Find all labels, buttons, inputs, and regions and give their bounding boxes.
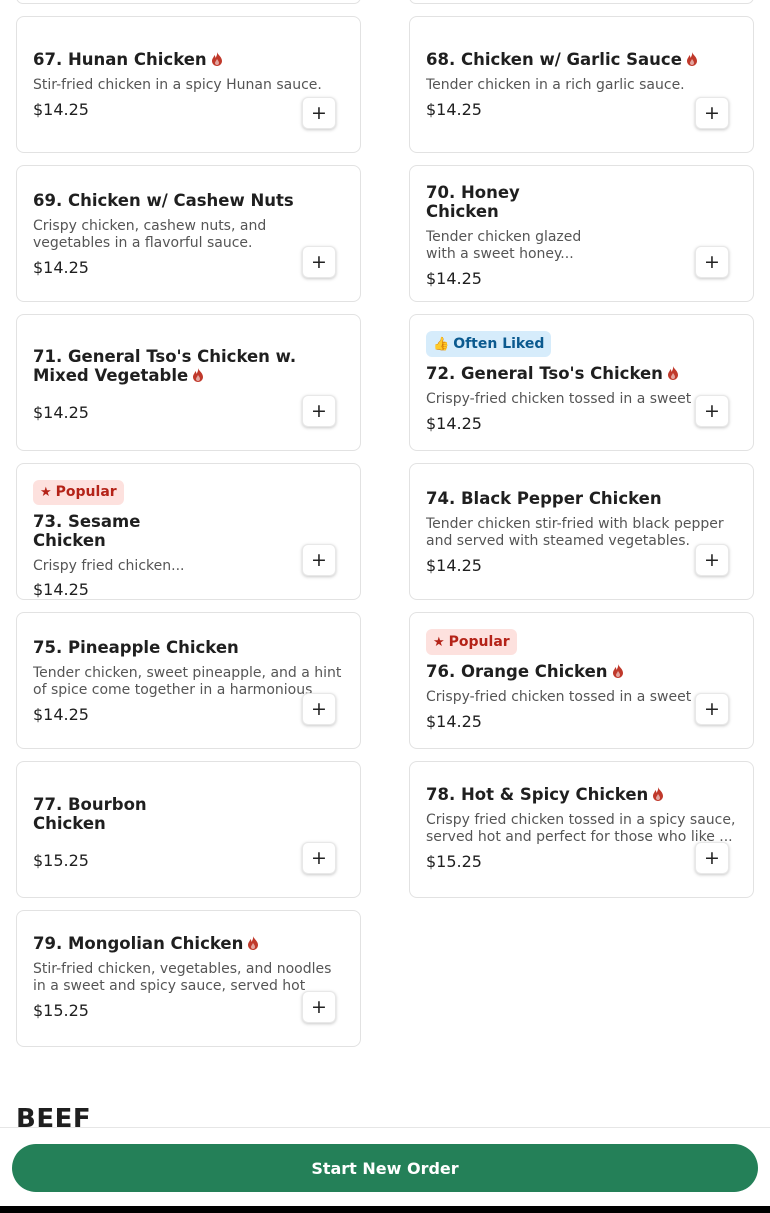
menu-item-card[interactable]: 71. General Tso's Chicken w. Mixed Veget… bbox=[16, 314, 361, 451]
menu-item-description: Crispy chicken, cashew nuts, and vegetab… bbox=[33, 218, 267, 251]
menu-item-description: Crispy-fried chicken tossed in a sweet .… bbox=[426, 391, 710, 407]
plus-icon: + bbox=[311, 399, 327, 422]
menu-item-title: 70. Honey Chicken bbox=[426, 183, 520, 221]
menu-item-card[interactable]: 77. Bourbon Chicken $15.25 + bbox=[16, 761, 361, 898]
menu-item-card[interactable]: 👍 Often Liked 72. General Tso's Chicken C… bbox=[409, 314, 754, 451]
add-item-button[interactable]: + bbox=[302, 246, 336, 278]
menu-item-card[interactable]: 74. Black Pepper Chicken Tender chicken … bbox=[409, 463, 754, 600]
menu-item-description: Crispy fried chicken... bbox=[33, 557, 185, 574]
menu-item-description: Stir-fried chicken in a spicy Hunan sauc… bbox=[33, 77, 322, 93]
menu-item-description: Tender chicken stir-fried with black pep… bbox=[426, 516, 724, 549]
menu-item-title: 71. General Tso's Chicken w. Mixed Veget… bbox=[33, 347, 297, 385]
plus-icon: + bbox=[311, 250, 327, 273]
spicy-flame-icon bbox=[248, 936, 259, 950]
menu-item-price: $14.25 bbox=[426, 414, 482, 433]
menu-item-description: Tender chicken glazed with a sweet honey… bbox=[426, 229, 582, 262]
plus-icon: + bbox=[311, 697, 327, 720]
spicy-flame-icon bbox=[667, 366, 678, 380]
plus-icon: + bbox=[311, 846, 327, 869]
menu-item-description: Crispy-fried chicken tossed in a sweet .… bbox=[426, 689, 710, 705]
menu-item-price: $14.25 bbox=[426, 712, 482, 731]
menu-item-card-partial bbox=[16, 0, 361, 4]
add-item-button[interactable]: + bbox=[302, 544, 336, 576]
menu-item-card[interactable]: ★ Popular 73. Sesame Chicken Crispy fried… bbox=[16, 463, 361, 600]
menu-item-card[interactable]: 75. Pineapple Chicken Tender chicken, sw… bbox=[16, 612, 361, 749]
menu-item-title: 78. Hot & Spicy Chicken bbox=[426, 785, 737, 804]
menu-item-title: 69. Chicken w/ Cashew Nuts bbox=[33, 191, 294, 210]
plus-icon: + bbox=[704, 548, 720, 571]
add-item-button[interactable]: + bbox=[695, 395, 729, 427]
menu-item-title: 73. Sesame Chicken bbox=[33, 511, 141, 550]
add-item-button[interactable]: + bbox=[695, 544, 729, 576]
menu-item-price: $14.25 bbox=[426, 100, 482, 119]
thumbs-up-icon: 👍 bbox=[433, 336, 449, 352]
menu-item-price: $15.25 bbox=[426, 852, 482, 871]
spicy-flame-icon bbox=[653, 787, 664, 801]
menu-item-title: 67. Hunan Chicken bbox=[33, 50, 344, 69]
menu-item-card[interactable]: 70. Honey Chicken Tender chicken glazed … bbox=[409, 165, 754, 302]
menu-item-card-partial bbox=[409, 0, 754, 4]
star-icon: ★ bbox=[433, 634, 445, 650]
menu-item-title: 75. Pineapple Chicken bbox=[33, 638, 239, 657]
menu-item-card[interactable]: 67. Hunan Chicken Stir-fried chicken in … bbox=[16, 16, 361, 153]
menu-item-price: $14.25 bbox=[426, 269, 482, 288]
add-item-button[interactable]: + bbox=[302, 395, 336, 427]
popular-badge: ★ Popular bbox=[426, 629, 517, 655]
spicy-flame-icon bbox=[612, 664, 623, 678]
menu-item-price: $15.25 bbox=[33, 851, 89, 870]
plus-icon: + bbox=[704, 846, 720, 869]
plus-icon: + bbox=[704, 399, 720, 422]
add-item-button[interactable]: + bbox=[695, 246, 729, 278]
add-item-button[interactable]: + bbox=[695, 693, 729, 725]
menu-item-card[interactable]: 69. Chicken w/ Cashew Nuts Crispy chicke… bbox=[16, 165, 361, 302]
plus-icon: + bbox=[704, 697, 720, 720]
menu-item-price: $14.25 bbox=[33, 580, 89, 599]
menu-item-description: Crispy fried chicken tossed in a spicy s… bbox=[426, 812, 736, 845]
menu-item-title: 74. Black Pepper Chicken bbox=[426, 489, 662, 508]
popular-badge: ★ Popular bbox=[33, 480, 124, 505]
menu-item-card[interactable]: 78. Hot & Spicy Chicken Crispy fried chi… bbox=[409, 761, 754, 898]
spicy-flame-icon bbox=[211, 52, 222, 66]
menu-item-price: $14.25 bbox=[33, 403, 89, 422]
spicy-flame-icon bbox=[686, 52, 697, 66]
spicy-flame-icon bbox=[193, 368, 204, 382]
menu-item-description: Tender chicken, sweet pineapple, and a h… bbox=[33, 665, 342, 698]
menu-item-title: 77. Bourbon Chicken bbox=[33, 795, 147, 833]
add-item-button[interactable]: + bbox=[695, 842, 729, 874]
menu-item-card[interactable]: 79. Mongolian Chicken Stir-fried chicken… bbox=[16, 910, 361, 1047]
menu-item-title: 68. Chicken w/ Garlic Sauce bbox=[426, 50, 737, 69]
add-item-button[interactable]: + bbox=[302, 991, 336, 1023]
menu-item-price: $14.25 bbox=[426, 556, 482, 575]
menu-item-description: Tender chicken in a rich garlic sauce. bbox=[426, 77, 685, 93]
menu-item-description: Stir-fried chicken, vegetables, and nood… bbox=[33, 961, 332, 994]
menu-item-price: $14.25 bbox=[33, 258, 89, 277]
start-new-order-button[interactable]: Start New Order bbox=[12, 1144, 758, 1192]
add-item-button[interactable]: + bbox=[302, 97, 336, 129]
menu-item-price: $14.25 bbox=[33, 100, 89, 119]
add-item-button[interactable]: + bbox=[695, 97, 729, 129]
bottom-edge bbox=[0, 1206, 770, 1213]
menu-item-card[interactable]: ★ Popular 76. Orange Chicken Crispy-fried… bbox=[409, 612, 754, 749]
menu-item-title: 76. Orange Chicken bbox=[426, 662, 737, 681]
add-item-button[interactable]: + bbox=[302, 693, 336, 725]
plus-icon: + bbox=[704, 101, 720, 124]
plus-icon: + bbox=[311, 548, 327, 571]
often-liked-badge: 👍 Often Liked bbox=[426, 331, 552, 357]
menu-item-card[interactable]: 68. Chicken w/ Garlic Sauce Tender chick… bbox=[409, 16, 754, 153]
plus-icon: + bbox=[311, 995, 327, 1018]
add-item-button[interactable]: + bbox=[302, 842, 336, 874]
plus-icon: + bbox=[311, 101, 327, 124]
star-icon: ★ bbox=[40, 484, 52, 500]
menu-item-title: 72. General Tso's Chicken bbox=[426, 364, 737, 383]
bottom-action-bar: Start New Order bbox=[0, 1127, 770, 1206]
plus-icon: + bbox=[704, 250, 720, 273]
menu-item-price: $14.25 bbox=[33, 705, 89, 724]
menu-item-title: 79. Mongolian Chicken bbox=[33, 934, 344, 953]
menu-item-price: $15.25 bbox=[33, 1001, 89, 1020]
